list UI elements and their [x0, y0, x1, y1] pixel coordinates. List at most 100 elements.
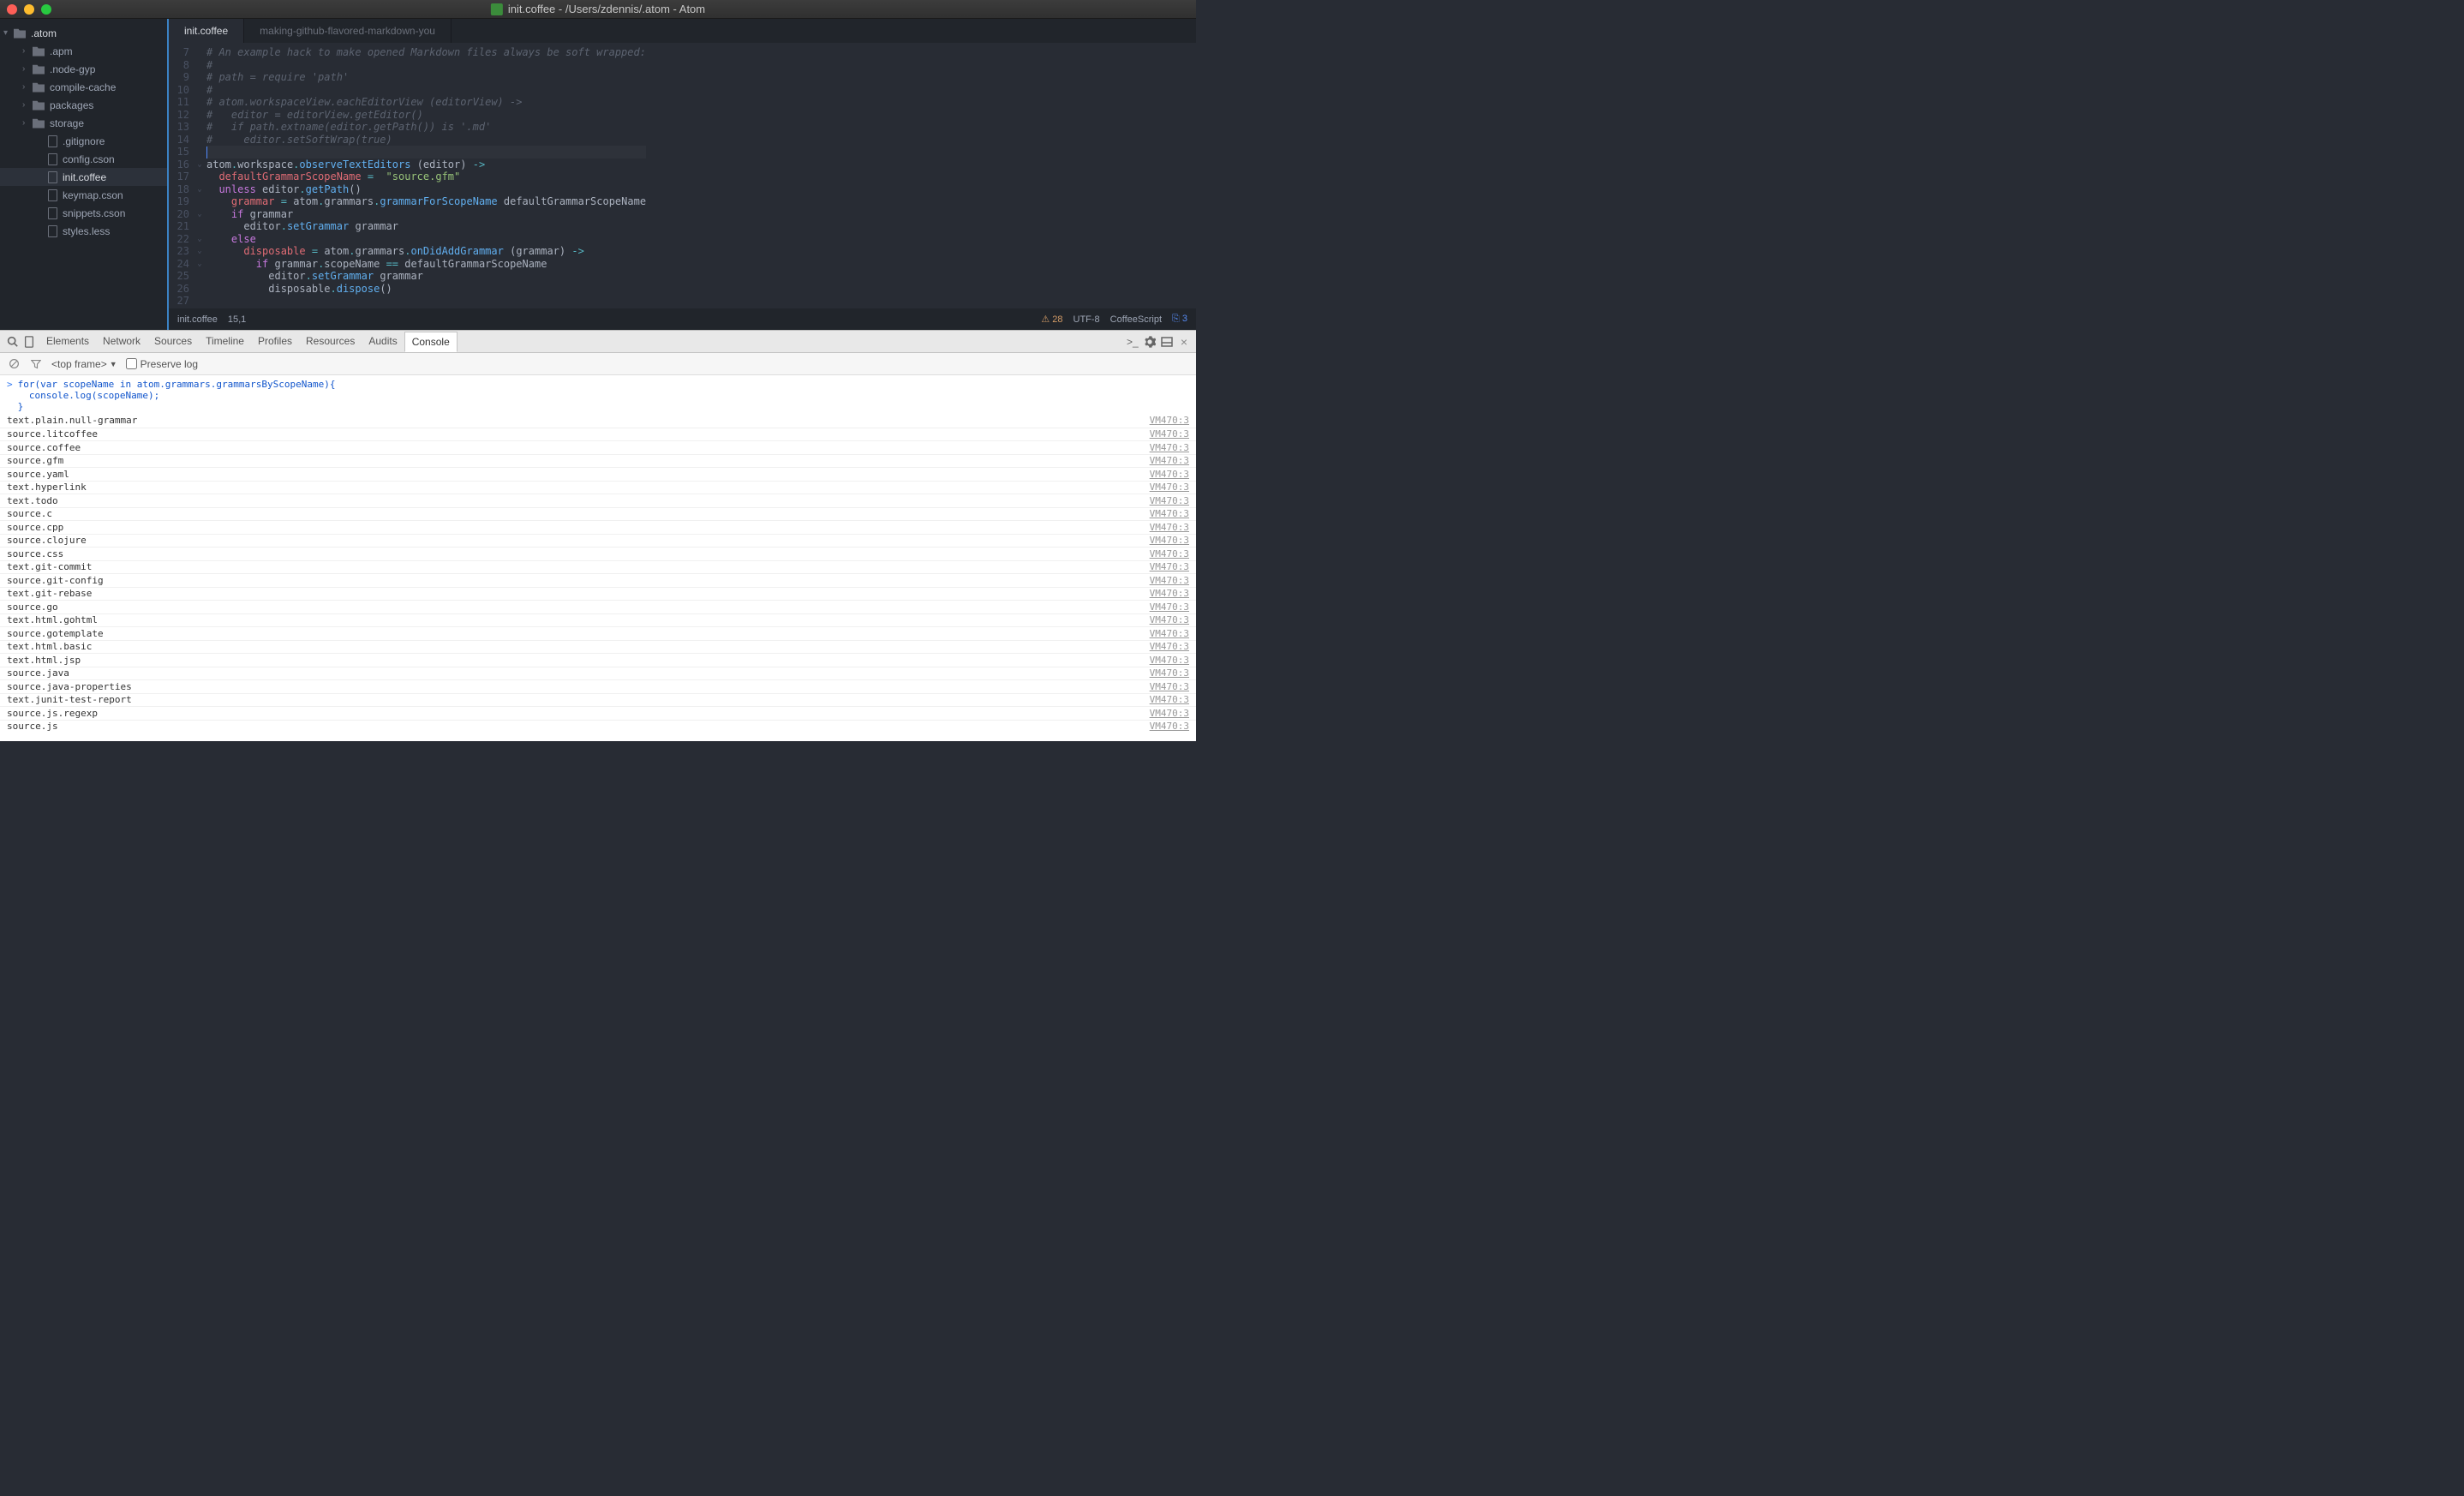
file-icon: [48, 189, 57, 201]
code-line[interactable]: # if path.extname(editor.getPath()) is '…: [206, 121, 646, 134]
tree-file[interactable]: init.coffee: [0, 168, 167, 186]
console-log-source[interactable]: VM470:3: [1150, 575, 1189, 586]
console-log-source[interactable]: VM470:3: [1150, 614, 1189, 625]
code-line[interactable]: grammar = atom.grammars.grammarForScopeN…: [206, 195, 646, 208]
console-log-source[interactable]: VM470:3: [1150, 482, 1189, 493]
project-root[interactable]: ▾ .atom: [0, 24, 167, 42]
devtools-tab[interactable]: Profiles: [251, 332, 299, 351]
close-icon[interactable]: ×: [1177, 335, 1191, 349]
devtools-tab[interactable]: Console: [404, 332, 458, 352]
console-log-source[interactable]: VM470:3: [1150, 469, 1189, 480]
status-file[interactable]: init.coffee: [177, 314, 218, 325]
code-line[interactable]: editor.setGrammar grammar: [206, 220, 646, 233]
clear-console-icon[interactable]: [7, 357, 21, 371]
code-line[interactable]: # editor.setSoftWrap(true): [206, 134, 646, 147]
code-line[interactable]: atom.workspace.observeTextEditors (edito…: [206, 159, 646, 171]
code-line[interactable]: unless editor.getPath(): [206, 183, 646, 196]
devtools-tab[interactable]: Sources: [147, 332, 199, 351]
frame-selector[interactable]: <top frame> ▼: [51, 358, 117, 370]
code-line[interactable]: [206, 295, 646, 308]
console-log-source[interactable]: VM470:3: [1150, 588, 1189, 599]
file-icon: [48, 225, 57, 237]
console-log-source[interactable]: VM470:3: [1150, 535, 1189, 546]
devtools-tab[interactable]: Audits: [362, 332, 404, 351]
tree-view[interactable]: ▾ .atom ›.apm›.node-gyp›compile-cache›pa…: [0, 19, 167, 330]
status-cursor-pos[interactable]: 15,1: [228, 314, 246, 325]
code-line[interactable]: disposable = atom.grammars.onDidAddGramm…: [206, 245, 646, 258]
window-minimize-button[interactable]: [24, 4, 34, 15]
console-log-source[interactable]: VM470:3: [1150, 428, 1189, 440]
code-line[interactable]: #: [206, 84, 646, 97]
text-editor[interactable]: 789101112131415161718192021222324252627 …: [169, 43, 1196, 308]
console-log-source[interactable]: VM470:3: [1150, 601, 1189, 613]
console-log-source[interactable]: VM470:3: [1150, 641, 1189, 652]
line-gutter[interactable]: 789101112131415161718192021222324252627: [169, 43, 194, 308]
console-log-source[interactable]: VM470:3: [1150, 655, 1189, 666]
console-log-source[interactable]: VM470:3: [1150, 548, 1189, 560]
gear-icon[interactable]: [1143, 335, 1157, 349]
console-log-source[interactable]: VM470:3: [1150, 667, 1189, 679]
code-line[interactable]: if grammar.scopeName == defaultGrammarSc…: [206, 258, 646, 271]
console-log-source[interactable]: VM470:3: [1150, 415, 1189, 426]
tree-folder[interactable]: ›.node-gyp: [0, 60, 167, 78]
tree-folder[interactable]: ›storage: [0, 114, 167, 132]
console-log-source[interactable]: VM470:3: [1150, 694, 1189, 705]
status-grammar[interactable]: CoffeeScript: [1110, 314, 1162, 325]
folder-icon: [33, 100, 45, 111]
window-close-button[interactable]: [7, 4, 17, 15]
tree-folder[interactable]: ›.apm: [0, 42, 167, 60]
device-icon[interactable]: [22, 335, 36, 349]
devtools-tab[interactable]: Timeline: [199, 332, 251, 351]
code-line[interactable]: defaultGrammarScopeName = "source.gfm": [206, 171, 646, 183]
code-line[interactable]: editor.setGrammar grammar: [206, 270, 646, 283]
console-log-source[interactable]: VM470:3: [1150, 455, 1189, 466]
console-log-source[interactable]: VM470:3: [1150, 508, 1189, 519]
preserve-log-input[interactable]: [126, 358, 137, 369]
folder-icon: [33, 118, 45, 129]
dock-icon[interactable]: [1160, 335, 1174, 349]
tree-file[interactable]: config.cson: [0, 150, 167, 168]
console-log-source[interactable]: VM470:3: [1150, 721, 1189, 732]
status-warnings[interactable]: ⚠ 28: [1041, 314, 1062, 325]
console-log-source[interactable]: VM470:3: [1150, 495, 1189, 506]
console-log-source[interactable]: VM470:3: [1150, 522, 1189, 533]
tree-file[interactable]: snippets.cson: [0, 204, 167, 222]
frame-selector-label: <top frame>: [51, 358, 107, 370]
console-output[interactable]: > for(var scopeName in atom.grammars.gra…: [0, 375, 1196, 741]
status-warning-count: 28: [1052, 314, 1062, 325]
tree-file[interactable]: styles.less: [0, 222, 167, 240]
filter-icon[interactable]: [29, 357, 43, 371]
status-git[interactable]: ⎘ 3: [1172, 314, 1187, 325]
code-line[interactable]: [206, 146, 646, 159]
console-log-row: text.html.basicVM470:3: [0, 640, 1196, 654]
devtools-tab[interactable]: Network: [96, 332, 147, 351]
preserve-log-checkbox[interactable]: Preserve log: [126, 358, 198, 370]
console-log-message: source.gfm: [7, 455, 63, 466]
console-log-source[interactable]: VM470:3: [1150, 561, 1189, 572]
editor-tab[interactable]: making-github-flavored-markdown-you: [244, 19, 452, 43]
console-log-source[interactable]: VM470:3: [1150, 628, 1189, 639]
code-line[interactable]: #: [206, 59, 646, 72]
code-line[interactable]: # editor = editorView.getEditor(): [206, 109, 646, 122]
status-encoding[interactable]: UTF-8: [1074, 314, 1100, 325]
console-log-source[interactable]: VM470:3: [1150, 681, 1189, 692]
console-toggle-icon[interactable]: >_: [1126, 335, 1139, 349]
console-log-source[interactable]: VM470:3: [1150, 442, 1189, 453]
fold-gutter[interactable]: ⌄⌄⌄⌄⌄⌄: [194, 43, 205, 308]
window-zoom-button[interactable]: [41, 4, 51, 15]
code-line[interactable]: # path = require 'path': [206, 71, 646, 84]
code-line[interactable]: if grammar: [206, 208, 646, 221]
code-line[interactable]: disposable.dispose(): [206, 283, 646, 296]
code-line[interactable]: # An example hack to make opened Markdow…: [206, 46, 646, 59]
tree-folder[interactable]: ›compile-cache: [0, 78, 167, 96]
editor-tab[interactable]: init.coffee: [169, 19, 244, 43]
tree-file[interactable]: .gitignore: [0, 132, 167, 150]
devtools-tab[interactable]: Elements: [39, 332, 96, 351]
tree-folder[interactable]: ›packages: [0, 96, 167, 114]
devtools-tab[interactable]: Resources: [299, 332, 362, 351]
tree-file[interactable]: keymap.cson: [0, 186, 167, 204]
code-line[interactable]: else: [206, 233, 646, 246]
console-log-source[interactable]: VM470:3: [1150, 708, 1189, 719]
code-line[interactable]: # atom.workspaceView.eachEditorView (edi…: [206, 96, 646, 109]
search-icon[interactable]: [5, 335, 19, 349]
